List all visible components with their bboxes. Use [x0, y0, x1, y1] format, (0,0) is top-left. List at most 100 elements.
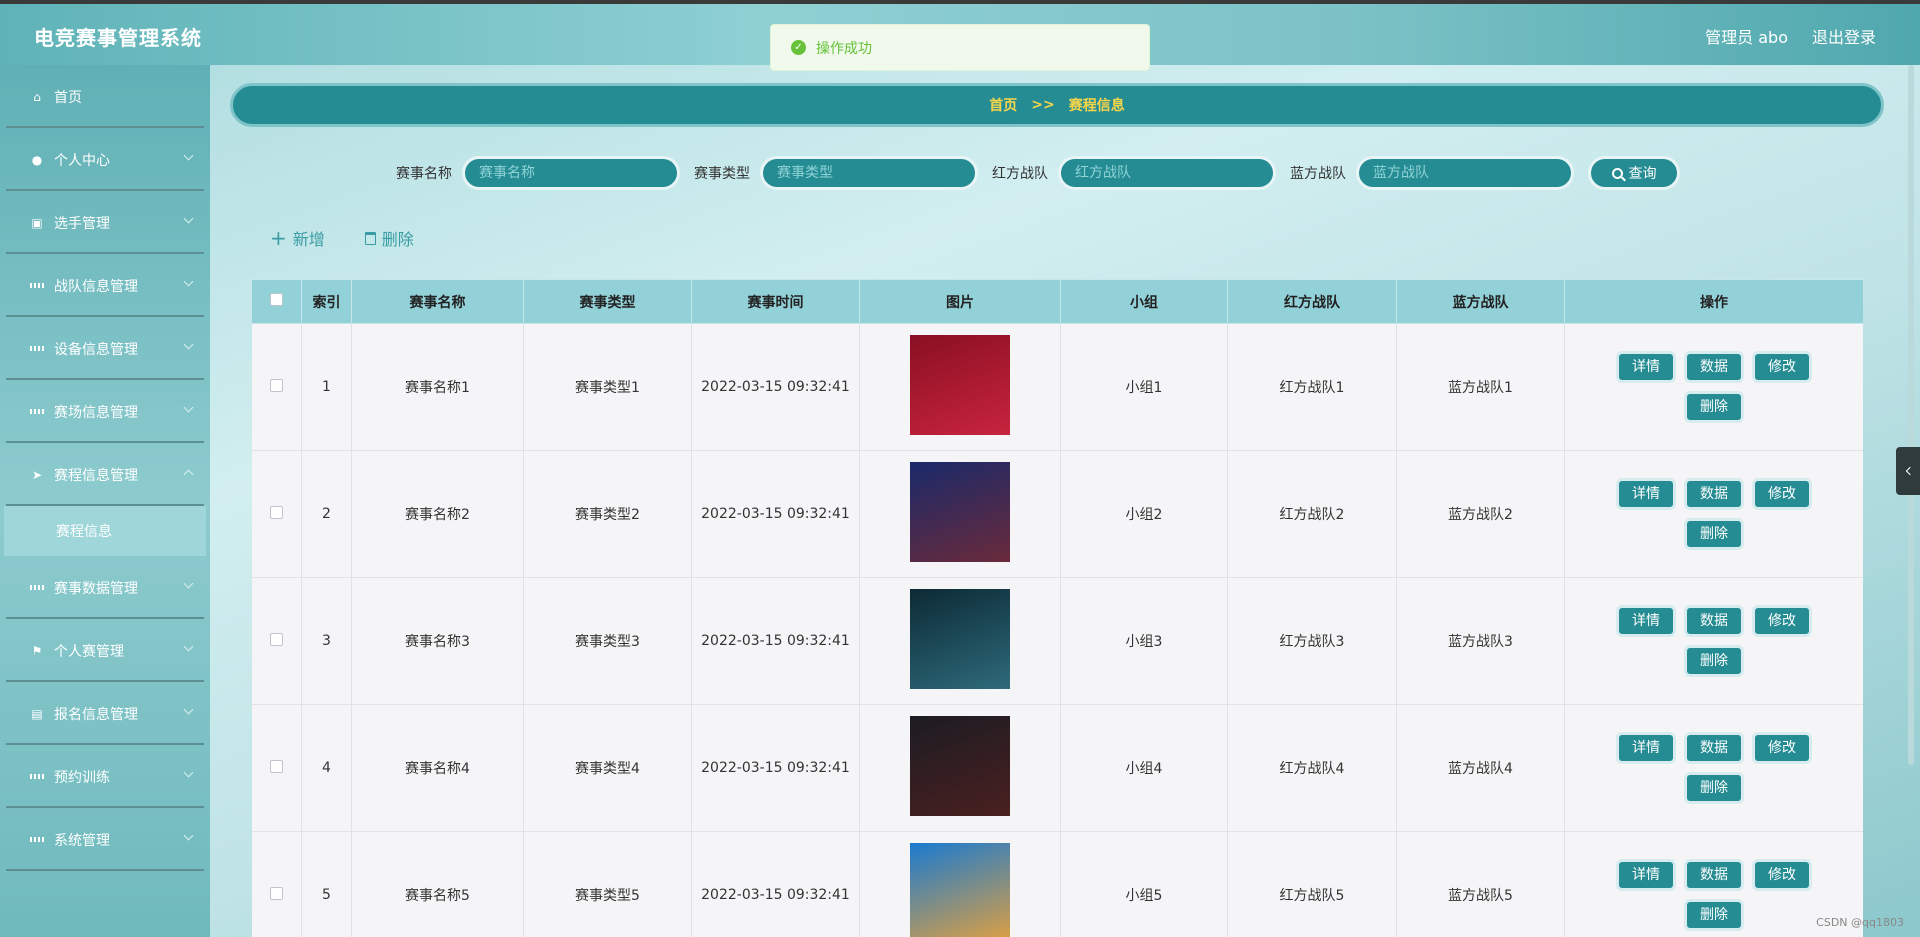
- breadcrumb-home[interactable]: 首页: [989, 95, 1017, 115]
- blue-team-input[interactable]: [1356, 156, 1574, 190]
- red-team-input[interactable]: [1058, 156, 1276, 190]
- match-thumbnail[interactable]: [910, 335, 1010, 435]
- cell-image: [859, 450, 1061, 578]
- sidebar-item-equipment-info[interactable]: 设备信息管理: [0, 317, 210, 380]
- app-title: 电竞赛事管理系统: [34, 26, 202, 50]
- row-select-cell[interactable]: [251, 450, 302, 578]
- sidebar: ⌂ 首页 ● 个人中心 ▣ 选手管理 战队信息管理 设备信息管理 赛场信息管理 …: [0, 65, 210, 937]
- edit-button[interactable]: 修改: [1752, 859, 1812, 891]
- sidebar-item-label: 赛场信息管理: [54, 404, 138, 421]
- check-circle-icon: ✓: [791, 40, 806, 55]
- cell-name: 赛事名称5: [351, 831, 524, 937]
- cell-image: [859, 704, 1061, 832]
- sidebar-item-team-info[interactable]: 战队信息管理: [0, 254, 210, 317]
- match-type-label: 赛事类型: [694, 166, 750, 182]
- edit-button[interactable]: 修改: [1752, 605, 1812, 637]
- data-button[interactable]: 数据: [1684, 732, 1744, 764]
- row-checkbox[interactable]: [269, 378, 283, 392]
- row-select-cell[interactable]: [251, 831, 302, 937]
- flag-icon: ⚑: [31, 643, 43, 658]
- col-header-name: 赛事名称: [351, 279, 524, 324]
- cell-name: 赛事名称1: [351, 323, 524, 451]
- cell-red-team: 红方战队5: [1227, 831, 1397, 937]
- match-thumbnail[interactable]: [910, 589, 1010, 689]
- sidebar-item-venue-info[interactable]: 赛场信息管理: [0, 380, 210, 443]
- vertical-scrollbar[interactable]: [1908, 65, 1914, 765]
- detail-button[interactable]: 详情: [1616, 859, 1676, 891]
- cell-blue-team: 蓝方战队5: [1396, 831, 1565, 937]
- detail-button[interactable]: 详情: [1616, 351, 1676, 383]
- grid-icon: [30, 342, 44, 356]
- cell-red-team: 红方战队2: [1227, 450, 1397, 578]
- sidebar-item-personal-center[interactable]: ● 个人中心: [0, 128, 210, 191]
- cell-index: 3: [301, 577, 352, 705]
- cell-red-team: 红方战队1: [1227, 323, 1397, 451]
- match-thumbnail[interactable]: [910, 462, 1010, 562]
- add-button-label: 新增: [292, 230, 325, 249]
- data-button[interactable]: 数据: [1684, 351, 1744, 383]
- search-icon: [1611, 167, 1623, 179]
- row-checkbox[interactable]: [269, 632, 283, 646]
- delete-button[interactable]: 删除: [1684, 772, 1744, 804]
- sidebar-item-system[interactable]: 系统管理: [0, 808, 210, 871]
- sidebar-item-registration[interactable]: ▤ 报名信息管理: [0, 682, 210, 745]
- match-thumbnail[interactable]: [910, 716, 1010, 816]
- col-header-red-team: 红方战队: [1227, 279, 1397, 324]
- col-header-type: 赛事类型: [523, 279, 692, 324]
- row-checkbox[interactable]: [269, 505, 283, 519]
- sidebar-item-home[interactable]: ⌂ 首页: [0, 65, 210, 128]
- data-button[interactable]: 数据: [1684, 859, 1744, 891]
- schedule-table: 索引 赛事名称 赛事类型 赛事时间 图片 小组 红方战队 蓝方战队 操作 1 赛事…: [251, 279, 1863, 937]
- delete-button[interactable]: 删除: [1684, 391, 1744, 423]
- row-select-cell[interactable]: [251, 323, 302, 451]
- detail-button[interactable]: 详情: [1616, 605, 1676, 637]
- sidebar-item-label: 系统管理: [54, 832, 110, 849]
- bulk-delete-button[interactable]: 删除: [364, 226, 414, 250]
- sidebar-subitem-schedule[interactable]: 赛程信息: [4, 506, 206, 556]
- sidebar-item-schedule-info[interactable]: ➤ 赛程信息管理: [0, 443, 210, 506]
- search-button[interactable]: 查询: [1588, 156, 1680, 190]
- sidebar-item-label: 选手管理: [54, 215, 110, 232]
- detail-button[interactable]: 详情: [1616, 732, 1676, 764]
- row-checkbox[interactable]: [269, 759, 283, 773]
- logout-link[interactable]: 退出登录: [1812, 24, 1876, 48]
- row-select-cell[interactable]: [251, 704, 302, 832]
- match-name-label: 赛事名称: [396, 166, 452, 182]
- edit-button[interactable]: 修改: [1752, 478, 1812, 510]
- edit-button[interactable]: 修改: [1752, 351, 1812, 383]
- table-row: 5 赛事名称5 赛事类型5 2022-03-15 09:32:41 小组5 红方战队5 蓝方…: [251, 831, 1863, 937]
- select-all-cell[interactable]: [251, 279, 302, 324]
- row-checkbox[interactable]: [269, 886, 283, 900]
- plus-icon: +: [270, 226, 287, 250]
- delete-button[interactable]: 删除: [1684, 899, 1744, 931]
- chevron-down-icon: [183, 150, 194, 161]
- edit-button[interactable]: 修改: [1752, 732, 1812, 764]
- data-button[interactable]: 数据: [1684, 478, 1744, 510]
- data-button[interactable]: 数据: [1684, 605, 1744, 637]
- user-icon: ●: [31, 152, 43, 167]
- delete-button[interactable]: 删除: [1684, 518, 1744, 550]
- detail-button[interactable]: 详情: [1616, 478, 1676, 510]
- chevron-down-icon: [183, 767, 194, 778]
- sidebar-item-match-data[interactable]: 赛事数据管理: [0, 556, 210, 619]
- row-select-cell[interactable]: [251, 577, 302, 705]
- sidebar-item-player-management[interactable]: ▣ 选手管理: [0, 191, 210, 254]
- sidebar-item-label: 赛程信息管理: [54, 467, 138, 484]
- cell-type: 赛事类型3: [523, 577, 692, 705]
- match-thumbnail[interactable]: [910, 843, 1010, 937]
- delete-button[interactable]: 删除: [1684, 645, 1744, 677]
- cell-group: 小组2: [1060, 450, 1228, 578]
- col-header-index: 索引: [301, 279, 352, 324]
- cell-blue-team: 蓝方战队4: [1396, 704, 1565, 832]
- cell-image: [859, 577, 1061, 705]
- table-row: 4 赛事名称4 赛事类型4 2022-03-15 09:32:41 小组4 红方战队4 蓝方…: [251, 704, 1863, 832]
- breadcrumb: 首页 >> 赛程信息: [230, 83, 1884, 127]
- match-name-input[interactable]: [462, 156, 680, 190]
- sidebar-item-training-booking[interactable]: 预约训练: [0, 745, 210, 808]
- cell-index: 1: [301, 323, 352, 451]
- match-type-input[interactable]: [760, 156, 978, 190]
- select-all-checkbox[interactable]: [270, 293, 283, 306]
- sidebar-item-solo-match[interactable]: ⚑ 个人赛管理: [0, 619, 210, 682]
- add-button[interactable]: + 新增: [270, 226, 325, 250]
- collapse-panel-handle[interactable]: [1896, 447, 1920, 495]
